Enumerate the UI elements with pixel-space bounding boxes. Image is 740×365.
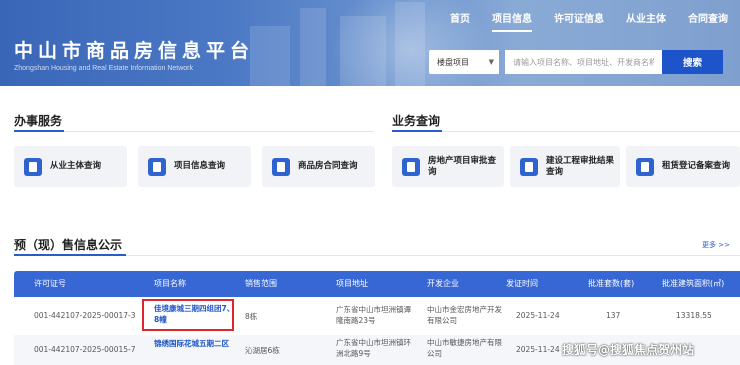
more-link[interactable]: 更多 >> — [702, 240, 730, 250]
address-cell: 广东省中山市坦洲镇谭隆南路23号 — [336, 305, 411, 325]
column-header: 批准套数(套) — [588, 279, 635, 288]
column-header: 批准建筑面积(㎡) — [662, 279, 725, 288]
list-doc-icon — [148, 157, 166, 176]
license-cell: 001-442107-2025-00017-3 — [34, 311, 136, 320]
business-section-title: 业务查询 — [392, 114, 441, 128]
header-banner: 中山市商品房信息平台 Zhongshan Housing and Real Es… — [0, 0, 740, 86]
business-card-label: 建设工程审批结果查询 — [546, 155, 615, 177]
chevron-down-icon: ▼ — [488, 58, 494, 66]
section-accent — [14, 130, 64, 132]
nav-project-info[interactable]: 项目信息 — [492, 7, 532, 32]
nav-contract-query[interactable]: 合同查询 — [688, 7, 728, 32]
service-card-contract[interactable]: 商品房合同查询 — [262, 146, 375, 187]
nav-home[interactable]: 首页 — [450, 7, 470, 32]
column-header: 销售范围 — [245, 279, 277, 288]
search-type-select[interactable]: 楼盘项目 ▼ — [429, 50, 499, 74]
business-card-lease[interactable]: 租赁登记备案查询 — [626, 146, 740, 187]
presale-table-header: 许可证号 项目名称 销售范围 项目地址 开发企业 发证时间 批准套数(套) 批准… — [14, 271, 740, 297]
project-link[interactable]: 佳境康城三期四组团7、8幢 — [154, 303, 236, 325]
date-cell: 2025-11-24 — [516, 311, 560, 320]
area-cell: 13318.55 — [676, 311, 712, 320]
project-link[interactable]: 锦绣国际花城五期二区 — [154, 338, 236, 349]
section-divider — [14, 131, 374, 132]
developer-cell: 中山市敏捷房地产有限公司 — [427, 338, 502, 358]
units-cell: 137 — [606, 311, 621, 320]
banner-building — [300, 8, 326, 86]
column-header: 发证时间 — [506, 279, 538, 288]
section-divider — [392, 131, 740, 132]
site-title: 中山市商品房信息平台 — [14, 40, 255, 62]
services-section-title: 办事服务 — [14, 114, 63, 128]
nav-practitioners[interactable]: 从业主体 — [626, 7, 666, 32]
address-cell: 广东省中山市坦洲镇环洲北路9号 — [336, 338, 411, 358]
service-card-label: 商品房合同查询 — [298, 161, 358, 171]
business-card-approval[interactable]: 房地产项目审批查询 — [392, 146, 504, 187]
build-doc-icon — [520, 157, 538, 176]
watermark: 搜狐号@搜狐焦点贺州站 — [562, 343, 695, 357]
column-header: 项目地址 — [336, 279, 368, 288]
lease-doc-icon — [636, 157, 654, 176]
column-header: 开发企业 — [427, 279, 459, 288]
presale-section-title: 预（现）售信息公示 — [14, 238, 123, 252]
site-subtitle: Zhongshan Housing and Real Estate Inform… — [14, 65, 193, 72]
search-input[interactable] — [505, 50, 662, 74]
date-cell: 2025-11-24 — [516, 345, 560, 354]
section-accent — [14, 254, 126, 256]
search-button[interactable]: 搜索 — [662, 50, 723, 74]
service-card-label: 从业主体查询 — [50, 161, 102, 171]
table-row[interactable]: 001-442107-2025-00017-3 佳境康城三期四组团7、8幢 8栋… — [14, 297, 740, 335]
scope-cell: 沁湖居6栋 — [245, 346, 280, 355]
service-card-practitioner[interactable]: 从业主体查询 — [14, 146, 127, 187]
developer-cell: 中山市金宏房地产开发有限公司 — [427, 305, 502, 325]
scope-cell: 8栋 — [245, 312, 258, 321]
search-bar: 楼盘项目 ▼ 搜索 — [429, 50, 723, 74]
search-type-value: 楼盘项目 — [437, 57, 469, 67]
person-doc-icon — [24, 157, 42, 176]
contract-doc-icon — [272, 157, 290, 176]
approval-doc-icon — [402, 157, 420, 176]
license-cell: 001-442107-2025-00015-7 — [34, 345, 136, 354]
section-accent — [392, 130, 442, 132]
business-card-label: 租赁登记备案查询 — [662, 161, 731, 171]
service-card-project[interactable]: 项目信息查询 — [138, 146, 251, 187]
column-header: 项目名称 — [154, 279, 186, 288]
nav-license-info[interactable]: 许可证信息 — [554, 7, 604, 32]
banner-building — [250, 26, 290, 86]
column-header: 许可证号 — [34, 279, 66, 288]
business-card-label: 房地产项目审批查询 — [428, 155, 497, 177]
business-card-construction[interactable]: 建设工程审批结果查询 — [510, 146, 620, 187]
service-card-label: 项目信息查询 — [174, 161, 226, 171]
top-nav: 首页 项目信息 许可证信息 从业主体 合同查询 — [428, 7, 728, 32]
